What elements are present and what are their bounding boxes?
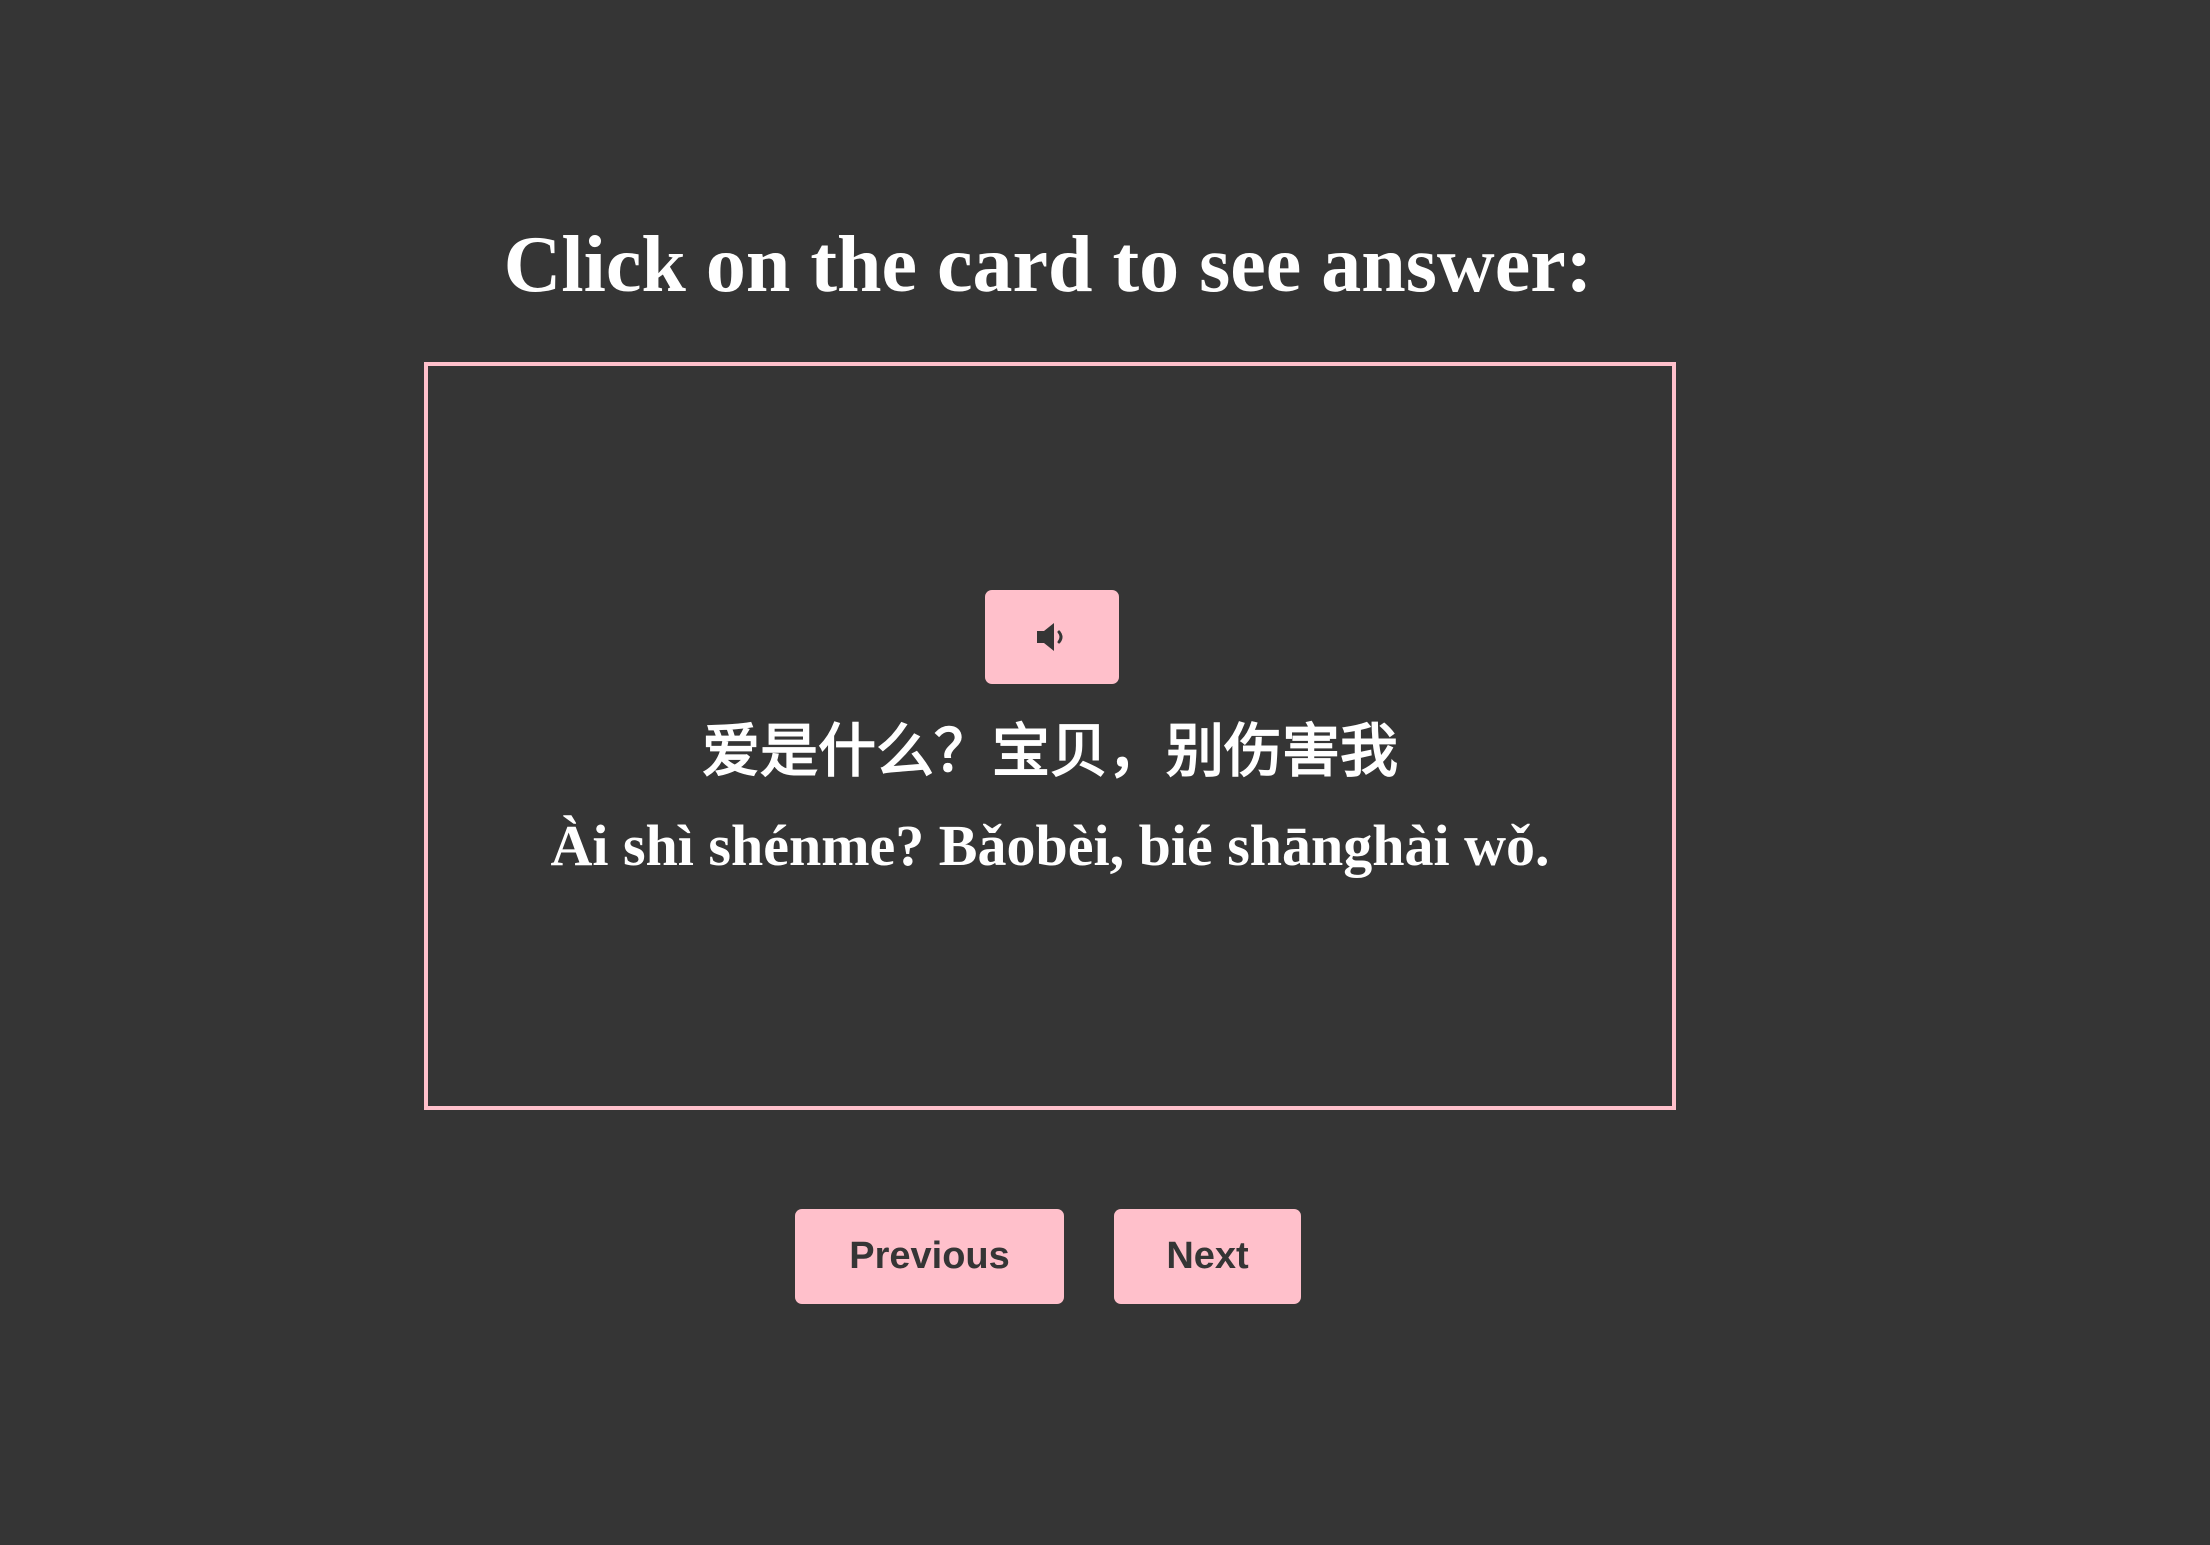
next-button[interactable]: Next [1114, 1209, 1301, 1304]
pinyin-text: Ài shì shénme? Bǎobèi, bié shānghài wǒ. [550, 813, 1550, 878]
flashcard[interactable]: 爱是什么？宝贝，别伤害我 Ài shì shénme? Bǎobèi, bié … [424, 362, 1676, 1110]
previous-button[interactable]: Previous [795, 1209, 1064, 1304]
flashcard-page: Click on the card to see answer: 爱是什么？宝贝… [0, 0, 2210, 1545]
speaker-icon [1037, 623, 1063, 651]
chinese-text: 爱是什么？宝贝，别伤害我 [701, 717, 1398, 785]
play-audio-button[interactable] [985, 590, 1119, 684]
page-title: Click on the card to see answer: [503, 221, 1593, 309]
